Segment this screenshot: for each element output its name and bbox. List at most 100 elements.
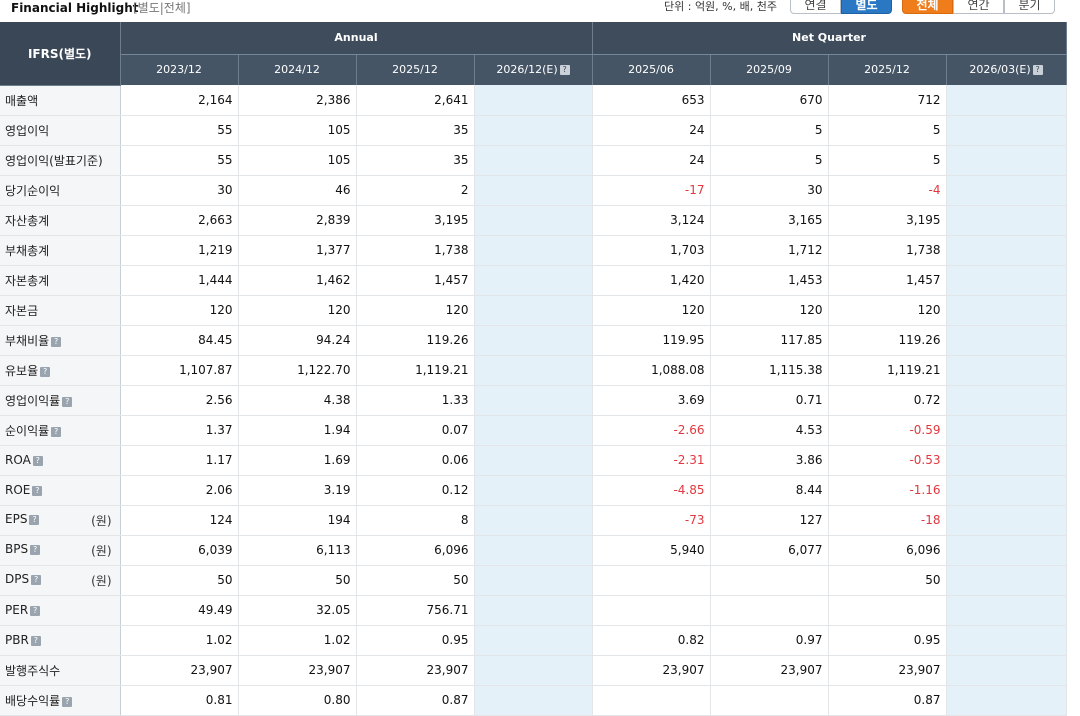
row-label-cell: 영업이익	[0, 115, 121, 146]
row-label: DPS	[5, 571, 30, 586]
period-toggle: 전체 연간 분기	[902, 0, 1055, 14]
table-row: 순이익률? 1.37 1.94 0.07 -2.66 4.53 -0.59	[0, 415, 1067, 446]
help-icon[interactable]: ?	[32, 486, 43, 496]
separate-button[interactable]: 별도	[841, 0, 892, 14]
value-cell	[474, 475, 593, 506]
row-label-cell: 당기순이익	[0, 175, 121, 206]
row-label-cell: 발행주식수	[0, 655, 121, 686]
value-cell: 0.72	[828, 385, 947, 416]
consolidated-button[interactable]: 연결	[790, 0, 841, 14]
value-cell: -2.66	[592, 415, 711, 446]
value-cell: 1,738	[828, 235, 947, 266]
row-label-cell: 매출액	[0, 85, 121, 116]
value-cell	[946, 355, 1067, 386]
value-cell: 1,457	[828, 265, 947, 296]
value-cell: 0.71	[710, 385, 829, 416]
value-cell: 46	[238, 175, 357, 206]
table-body: 매출액 2,164 2,386 2,641 653 670 712 영업이익 55 105 35 24…	[0, 85, 1067, 716]
value-cell	[474, 205, 593, 236]
row-unit: (원)	[91, 513, 112, 528]
value-cell	[946, 655, 1067, 686]
row-label: 유보율	[5, 363, 39, 378]
value-cell: -4.85	[592, 475, 711, 506]
value-cell: 23,907	[238, 655, 357, 686]
value-cell	[946, 145, 1067, 176]
column-header: 2026/03(E)?	[946, 54, 1067, 85]
row-label-cell: ROA?	[0, 445, 121, 476]
value-cell: 0.95	[356, 625, 475, 656]
row-label-cell: 부채총계	[0, 235, 121, 266]
value-cell: 49.49	[120, 595, 239, 626]
value-cell: 35	[356, 145, 475, 176]
value-cell	[592, 685, 711, 716]
value-cell: 5	[710, 115, 829, 146]
value-cell: 5	[710, 145, 829, 176]
annual-button[interactable]: 연간	[953, 0, 1004, 14]
value-cell: 35	[356, 115, 475, 146]
value-cell	[946, 475, 1067, 506]
help-icon[interactable]: ?	[51, 426, 62, 437]
value-cell: 127	[710, 505, 829, 536]
help-icon[interactable]: ?	[30, 636, 41, 646]
all-period-button[interactable]: 전체	[902, 0, 953, 14]
value-cell: 2,839	[238, 205, 357, 236]
value-cell: 23,907	[356, 655, 475, 686]
help-icon[interactable]: ?	[40, 366, 51, 377]
value-cell: 1.37	[120, 415, 239, 446]
help-icon[interactable]: ?	[32, 456, 43, 466]
value-cell	[474, 595, 593, 626]
value-cell	[946, 235, 1067, 266]
value-cell: 2	[356, 175, 475, 206]
value-cell: 120	[120, 295, 239, 326]
row-label: 자본금	[5, 303, 39, 318]
row-label: 영업이익(발표기준)	[5, 153, 103, 168]
unit-note: 단위 : 억원, %, 배, 천주	[664, 0, 777, 13]
row-label-cell: EPS? (원)	[0, 505, 121, 536]
value-cell	[946, 325, 1067, 356]
value-cell: -18	[828, 505, 947, 536]
value-cell: 50	[120, 565, 239, 596]
value-cell	[828, 595, 947, 626]
value-cell: 0.97	[710, 625, 829, 656]
column-header: 2025/12	[828, 54, 947, 85]
value-cell: 0.87	[828, 685, 947, 716]
row-label: BPS	[5, 541, 29, 556]
row-label: 매출액	[5, 93, 39, 108]
value-cell: 5,940	[592, 535, 711, 566]
table-row: 자산총계 2,663 2,839 3,195 3,124 3,165 3,195	[0, 205, 1067, 236]
column-header: 2025/09	[710, 54, 829, 85]
row-label-cell: 영업이익(발표기준)	[0, 145, 121, 176]
help-icon[interactable]: ?	[30, 544, 41, 555]
value-cell: 1,107.87	[120, 355, 239, 386]
value-cell: 50	[356, 565, 475, 596]
value-cell	[474, 385, 593, 416]
value-cell: 6,096	[356, 535, 475, 566]
value-cell: 1,088.08	[592, 355, 711, 386]
help-icon[interactable]: ?	[31, 574, 42, 585]
help-icon[interactable]: ?	[62, 696, 73, 707]
row-label-cell: 자산총계	[0, 205, 121, 236]
row-label-cell: PBR?	[0, 625, 121, 656]
column-header-label: 2025/12	[392, 63, 438, 77]
help-icon[interactable]: ?	[62, 396, 73, 407]
help-icon[interactable]: ?	[51, 336, 62, 347]
table-row: 영업이익(발표기준) 55 105 35 24 5 5	[0, 145, 1067, 176]
value-cell: 6,113	[238, 535, 357, 566]
row-label-cell: DPS? (원)	[0, 565, 121, 596]
table-row: 부채비율? 84.45 94.24 119.26 119.95 117.85 119.26	[0, 325, 1067, 356]
value-cell: 1,738	[356, 235, 475, 266]
help-icon[interactable]: ?	[1032, 65, 1043, 76]
column-header-label: 2025/06	[628, 63, 674, 77]
quarter-button[interactable]: 분기	[1004, 0, 1055, 14]
table-row: PER? 49.49 32.05 756.71	[0, 595, 1067, 626]
help-icon[interactable]: ?	[29, 514, 40, 525]
value-cell: 50	[238, 565, 357, 596]
row-label-cell: 순이익률?	[0, 415, 121, 446]
value-cell: 0.81	[120, 685, 239, 716]
help-icon[interactable]: ?	[559, 65, 570, 76]
table-row: ROE? 2.06 3.19 0.12 -4.85 8.44 -1.16	[0, 475, 1067, 506]
row-label-cell: 유보율?	[0, 355, 121, 386]
value-cell	[474, 565, 593, 596]
value-cell	[946, 295, 1067, 326]
help-icon[interactable]: ?	[30, 606, 41, 616]
